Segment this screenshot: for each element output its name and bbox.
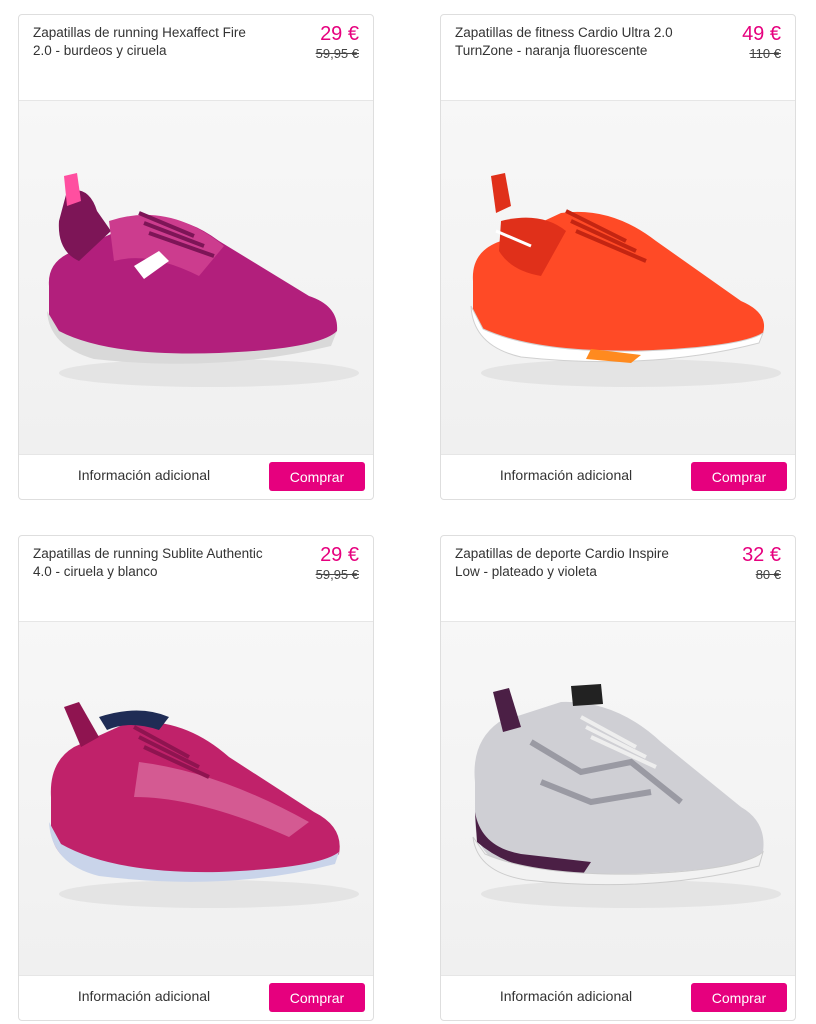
additional-info-link[interactable]: Información adicional	[19, 988, 269, 1004]
buy-button[interactable]: Comprar	[691, 983, 787, 1012]
product-card: Zapatillas de deporte Cardio Inspire Low…	[440, 535, 796, 1021]
card-header: Zapatillas de fitness Cardio Ultra 2.0 T…	[441, 15, 795, 101]
product-card: Zapatillas de running Hexaffect Fire 2.0…	[18, 14, 374, 500]
current-price: 29 €	[320, 544, 359, 566]
original-price: 80 €	[755, 567, 781, 582]
current-price: 32 €	[742, 544, 781, 566]
current-price: 29 €	[320, 23, 359, 45]
card-footer: Información adicional Comprar	[19, 455, 373, 499]
card-header: Zapatillas de deporte Cardio Inspire Low…	[441, 536, 795, 622]
silver-violet-shoe-image	[472, 684, 781, 908]
product-image[interactable]	[441, 101, 795, 455]
original-price: 59,95 €	[315, 46, 359, 61]
current-price: 49 €	[742, 23, 781, 45]
price-block: 49 € 110 €	[742, 22, 781, 62]
additional-info-link[interactable]: Información adicional	[441, 467, 691, 483]
plum-running-shoe-image	[49, 702, 359, 908]
card-footer: Información adicional Comprar	[441, 976, 795, 1020]
product-image[interactable]	[19, 622, 373, 976]
product-card: Zapatillas de fitness Cardio Ultra 2.0 T…	[440, 14, 796, 500]
product-grid: Zapatillas de running Hexaffect Fire 2.0…	[0, 0, 816, 1024]
price-block: 29 € 59,95 €	[316, 543, 359, 583]
pink-running-shoe-image	[47, 173, 359, 387]
product-card: Zapatillas de running Sublite Authentic …	[18, 535, 374, 1021]
product-title[interactable]: Zapatillas de fitness Cardio Ultra 2.0 T…	[455, 24, 685, 60]
card-footer: Información adicional Comprar	[19, 976, 373, 1020]
original-price: 110 €	[749, 46, 781, 61]
orange-fitness-shoe-image	[470, 173, 781, 387]
price-block: 29 € 59,95 €	[316, 22, 359, 62]
buy-button[interactable]: Comprar	[269, 983, 365, 1012]
additional-info-link[interactable]: Información adicional	[19, 467, 269, 483]
additional-info-link[interactable]: Información adicional	[441, 988, 691, 1004]
card-header: Zapatillas de running Hexaffect Fire 2.0…	[19, 15, 373, 101]
buy-button[interactable]: Comprar	[269, 462, 365, 491]
product-image[interactable]	[19, 101, 373, 455]
buy-button[interactable]: Comprar	[691, 462, 787, 491]
product-title[interactable]: Zapatillas de running Sublite Authentic …	[33, 545, 263, 581]
product-image[interactable]	[441, 622, 795, 976]
original-price: 59,95 €	[315, 567, 359, 582]
product-title[interactable]: Zapatillas de running Hexaffect Fire 2.0…	[33, 24, 263, 60]
product-title[interactable]: Zapatillas de deporte Cardio Inspire Low…	[455, 545, 685, 581]
card-header: Zapatillas de running Sublite Authentic …	[19, 536, 373, 622]
price-block: 32 € 80 €	[742, 543, 781, 583]
card-footer: Información adicional Comprar	[441, 455, 795, 499]
